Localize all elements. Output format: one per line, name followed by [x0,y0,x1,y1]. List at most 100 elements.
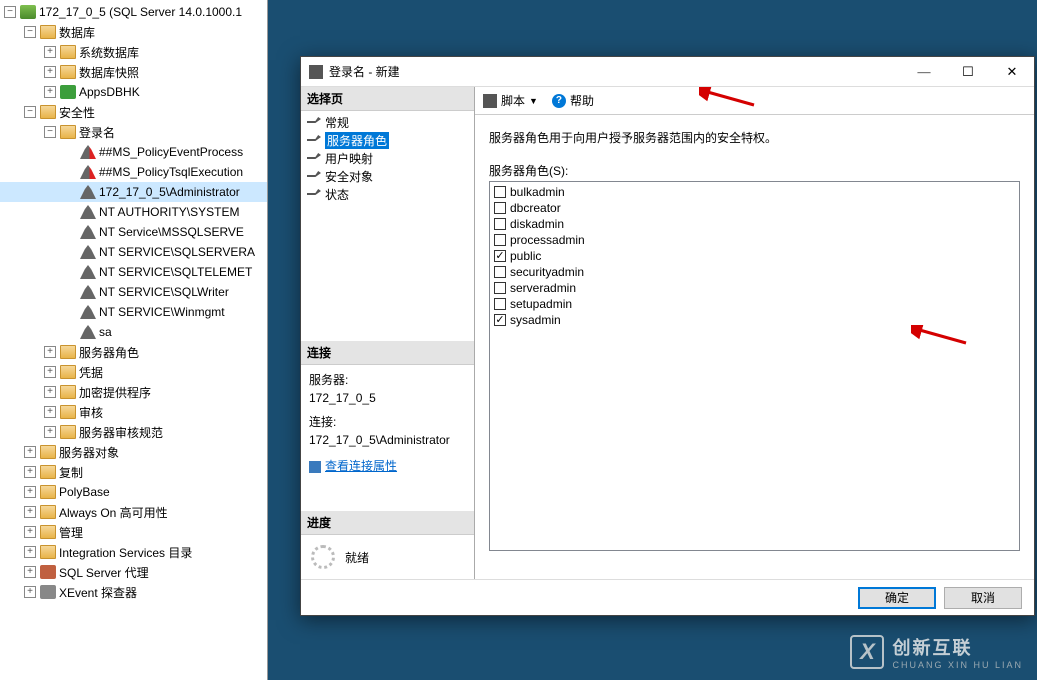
role-item-diskadmin[interactable]: diskadmin [494,216,1015,232]
roles-label: 服务器角色(S): [489,162,1020,179]
checkbox[interactable] [494,202,506,214]
role-item-securityadmin[interactable]: securityadmin [494,264,1015,280]
checkbox[interactable] [494,282,506,294]
tree-login-item[interactable]: NT SERVICE\SQLSERVERA [0,242,267,262]
minimize-button[interactable]: — [902,57,946,87]
role-item-public[interactable]: ✓public [494,248,1015,264]
expand-icon[interactable]: + [24,446,36,458]
tree-security-node[interactable]: −安全性 [0,102,267,122]
expand-icon[interactable]: + [24,546,36,558]
expand-icon[interactable]: + [44,426,56,438]
tree-logins-node[interactable]: −登录名 [0,122,267,142]
page-securables[interactable]: 安全对象 [301,167,474,185]
checkbox[interactable]: ✓ [494,314,506,326]
collapse-icon[interactable]: − [4,6,16,18]
checkbox[interactable] [494,218,506,230]
role-item-setupadmin[interactable]: setupadmin [494,296,1015,312]
tree-serverobj-node[interactable]: +服务器对象 [0,442,267,462]
close-button[interactable]: ✕ [990,57,1034,87]
role-name: setupadmin [510,296,572,312]
expand-icon[interactable]: + [44,406,56,418]
folder-icon [40,465,56,479]
expand-icon[interactable]: + [44,346,56,358]
page-label: 用户映射 [325,150,373,167]
maximize-button[interactable]: ☐ [946,57,990,87]
expand-icon[interactable]: + [44,386,56,398]
tree-auditspec-node[interactable]: +服务器审核规范 [0,422,267,442]
expand-icon[interactable]: + [24,466,36,478]
tree-login-item[interactable]: NT SERVICE\SQLTELEMET [0,262,267,282]
server-roles-listbox[interactable]: bulkadmindbcreatordiskadminprocessadmin✓… [489,181,1020,551]
expand-icon[interactable]: + [24,526,36,538]
folder-icon [60,365,76,379]
tree-polybase-node[interactable]: +PolyBase [0,482,267,502]
tree-login-item[interactable]: NT Service\MSSQLSERVE [0,222,267,242]
object-explorer-tree[interactable]: −172_17_0_5 (SQL Server 14.0.1000.1 −数据库… [0,0,267,604]
expand-icon[interactable]: + [24,506,36,518]
help-button[interactable]: 帮助 [570,92,594,109]
checkbox[interactable] [494,298,506,310]
collapse-icon[interactable]: − [24,26,36,38]
dialog-title: 登录名 - 新建 [329,63,902,80]
expand-icon[interactable]: + [24,566,36,578]
tree-sysdb-node[interactable]: +系统数据库 [0,42,267,62]
object-explorer-panel: −172_17_0_5 (SQL Server 14.0.1000.1 −数据库… [0,0,268,680]
role-item-serveradmin[interactable]: serveradmin [494,280,1015,296]
tree-login-item[interactable]: NT SERVICE\SQLWriter [0,282,267,302]
tree-login-item[interactable]: NT AUTHORITY\SYSTEM [0,202,267,222]
tree-audit-node[interactable]: +审核 [0,402,267,422]
tree-mgmt-node[interactable]: +管理 [0,522,267,542]
tree-login-item[interactable]: NT SERVICE\Winmgmt [0,302,267,322]
role-item-processadmin[interactable]: processadmin [494,232,1015,248]
checkbox[interactable] [494,234,506,246]
script-button[interactable]: 脚本 [501,92,525,109]
page-user-mapping[interactable]: 用户映射 [301,149,474,167]
role-item-sysadmin[interactable]: ✓ sysadmin [494,312,1015,328]
cancel-button[interactable]: 取消 [944,587,1022,609]
tree-alwayson-node[interactable]: +Always On 高可用性 [0,502,267,522]
collapse-icon[interactable]: − [44,126,56,138]
tree-agent-node[interactable]: +SQL Server 代理 [0,562,267,582]
tree-serverroles-node[interactable]: + 服务器角色 [0,342,267,362]
page-status[interactable]: 状态 [301,185,474,203]
tree-login-item[interactable]: ##MS_PolicyTsqlExecution [0,162,267,182]
checkbox[interactable] [494,186,506,198]
page-label: 状态 [325,186,349,203]
checkbox[interactable] [494,266,506,278]
tree-login-item-selected[interactable]: 172_17_0_5\Administrator [0,182,267,202]
connection-info: 服务器: 172_17_0_5 连接: 172_17_0_5\Administr… [301,365,474,481]
role-item-bulkadmin[interactable]: bulkadmin [494,184,1015,200]
tree-credentials-node[interactable]: +凭据 [0,362,267,382]
dialog-right-column: 脚本 ▼ ? 帮助 服务器角色用于向用户授予服务器范围内的安全特权。 服务器角色… [475,87,1034,579]
tree-login-item[interactable]: ##MS_PolicyEventProcess [0,142,267,162]
role-item-dbcreator[interactable]: dbcreator [494,200,1015,216]
tree-appsdb-node[interactable]: +AppsDBHK [0,82,267,102]
collapse-icon[interactable]: − [24,106,36,118]
dialog-title-bar[interactable]: 登录名 - 新建 — ☐ ✕ [301,57,1034,87]
view-connection-props-link[interactable]: 查看连接属性 [309,457,466,475]
page-label: 常规 [325,114,349,131]
expand-icon[interactable]: + [44,86,56,98]
checkbox[interactable]: ✓ [494,250,506,262]
expand-icon[interactable]: + [44,366,56,378]
tree-databases-node[interactable]: −数据库 [0,22,267,42]
tree-crypto-node[interactable]: +加密提供程序 [0,382,267,402]
expand-icon[interactable]: + [44,46,56,58]
page-general[interactable]: 常规 [301,113,474,131]
tree-iscatalog-node[interactable]: +Integration Services 目录 [0,542,267,562]
expand-icon[interactable]: + [24,586,36,598]
ok-button[interactable]: 确定 [858,587,936,609]
expand-icon[interactable]: + [44,66,56,78]
dropdown-arrow-icon[interactable]: ▼ [529,96,538,106]
tree-login-item[interactable]: sa [0,322,267,342]
role-name: sysadmin [510,312,561,328]
tree-dbsnap-node[interactable]: +数据库快照 [0,62,267,82]
tree-server-node[interactable]: −172_17_0_5 (SQL Server 14.0.1000.1 [0,2,267,22]
folder-icon [60,385,76,399]
tree-xevent-node[interactable]: +XEvent 探查器 [0,582,267,602]
expand-icon[interactable]: + [24,486,36,498]
tree-label: 服务器角色 [79,344,139,361]
page-server-roles[interactable]: 服务器角色 [301,131,474,149]
select-page-header: 选择页 [301,87,474,111]
tree-replication-node[interactable]: +复制 [0,462,267,482]
